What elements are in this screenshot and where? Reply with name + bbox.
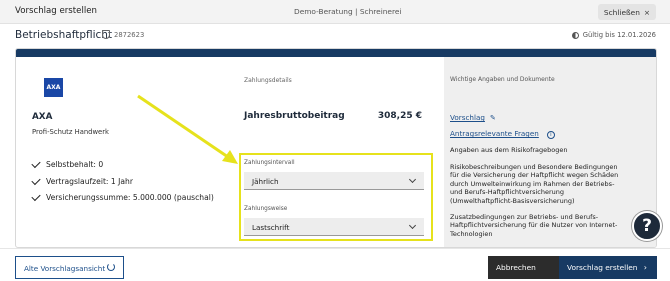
feature-item: Selbstbehalt: 0 [31, 158, 104, 169]
validity-text: Gültig bis 12.01.2026 [582, 31, 656, 39]
vorschlag-link[interactable]: Vorschlag ✎ [450, 113, 496, 122]
checkmark-icon [31, 175, 41, 185]
insurer-name: AXA [32, 112, 53, 122]
product-name: Profi-Schutz Handwerk [32, 128, 109, 136]
feature-text: Versicherungssumme: 5.000.000 (pauschal) [46, 193, 214, 202]
insurer-logo: AXA [44, 78, 63, 97]
consultation-context: Demo-Beratung | Schreinerei [294, 7, 402, 16]
feature-text: Vertragslaufzeit: 1 Jahr [46, 177, 133, 186]
document-item: Zusatzbedingungen zur Betriebs- und Beru… [450, 213, 618, 238]
close-button[interactable]: Schließen × [598, 4, 656, 20]
feature-item: Versicherungssumme: 5.000.000 (pauschal) [31, 191, 214, 202]
method-select[interactable]: Lastschrift [244, 218, 424, 236]
info-icon[interactable]: i [546, 131, 555, 139]
help-button[interactable]: ? [632, 211, 662, 241]
antrag-questions-link[interactable]: Antragsrelevante Fragen i [450, 129, 555, 139]
feature-text: Selbstbehalt: 0 [46, 160, 104, 169]
refresh-icon [107, 263, 115, 271]
premium-label: Jahresbruttobeitrag [244, 111, 345, 121]
checkmark-icon [31, 158, 41, 168]
method-value: Lastschrift [252, 223, 290, 232]
old-view-label: Alte Vorschlagsansicht [24, 264, 106, 273]
method-label: Zahlungsweise [244, 206, 288, 212]
card-accent-bar [16, 49, 656, 57]
validity-info: Gültig bis 12.01.2026 [571, 31, 656, 39]
interval-label: Zahlungsintervall [244, 160, 295, 166]
close-button-label: Schließen [603, 7, 640, 17]
antrag-link-label: Antragsrelevante Fragen [450, 129, 539, 138]
create-proposal-button[interactable]: Vorschlag erstellen › [559, 256, 657, 279]
old-proposal-view-button[interactable]: Alte Vorschlagsansicht [15, 256, 124, 279]
chevron-down-icon [408, 175, 417, 184]
offer-id: 2872623 [114, 31, 145, 39]
interval-value: Jährlich [252, 177, 279, 186]
vorschlag-link-label: Vorschlag [450, 113, 485, 122]
interval-select[interactable]: Jährlich [244, 172, 424, 190]
document-item: Angaben aus dem Risikofragebogen [450, 146, 568, 154]
checkmark-icon [31, 191, 41, 201]
cancel-button[interactable]: Abbrechen [488, 256, 559, 279]
document-item: Risikobeschreibungen und Besondere Bedin… [450, 163, 619, 205]
shield-icon [102, 30, 110, 39]
half-circle-icon [571, 31, 579, 39]
pencil-icon: ✎ [489, 114, 496, 122]
feature-item: Vertragslaufzeit: 1 Jahr [31, 175, 133, 186]
documents-heading: Wichtige Angaben und Dokumente [450, 76, 555, 83]
chevron-right-icon: › [643, 263, 647, 272]
chevron-down-icon [408, 221, 417, 230]
close-icon: × [643, 7, 651, 17]
create-label: Vorschlag erstellen [567, 263, 638, 272]
top-bar: Vorschlag erstellen Demo-Beratung | Schr… [0, 0, 670, 24]
payment-section-label: Zahlungsdetails [244, 77, 292, 84]
premium-value: 308,25 € [377, 111, 422, 121]
dialog-title: Vorschlag erstellen [15, 6, 97, 16]
page-title: Betriebshaftpflicht [15, 29, 113, 41]
